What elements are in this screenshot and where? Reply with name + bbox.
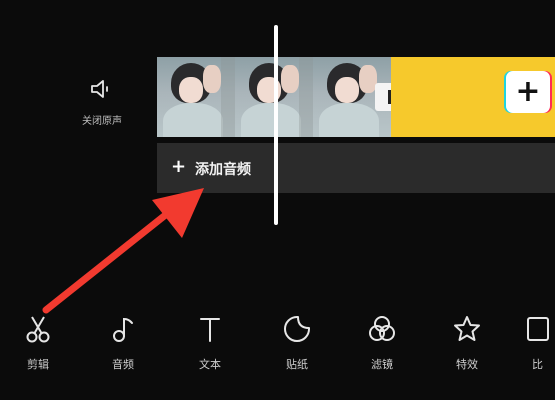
tool-label: 比	[532, 358, 543, 371]
add-audio-label: 添加音频	[195, 162, 251, 178]
video-track: +	[157, 57, 555, 137]
text-icon	[200, 318, 220, 342]
video-frame-thumbnail	[157, 57, 235, 137]
tool-text[interactable]: 文本	[180, 314, 240, 372]
bottom-toolbar: 剪辑 音频 文本 贴纸 滤镜 特效 比	[0, 300, 555, 400]
add-audio-button[interactable]: + 添加音频	[157, 143, 555, 193]
tool-label: 特效	[456, 358, 478, 371]
tool-filter[interactable]: 滤镜	[352, 314, 412, 372]
tool-label: 贴纸	[286, 358, 308, 371]
tool-aspect-ratio[interactable]: 比	[520, 314, 555, 372]
tool-label: 文本	[199, 358, 221, 371]
speaker-icon	[91, 80, 108, 98]
scissors-icon	[26, 316, 50, 343]
mute-original-sound-button[interactable]: 关闭原声	[62, 70, 142, 140]
tool-label: 滤镜	[371, 358, 393, 371]
tool-effects[interactable]: 特效	[437, 314, 497, 372]
aspect-ratio-icon	[526, 317, 549, 341]
music-note-icon	[113, 317, 133, 342]
playhead[interactable]	[274, 25, 278, 225]
mute-original-sound-label: 关闭原声	[82, 116, 122, 127]
filter-icon	[369, 316, 395, 341]
tool-sticker[interactable]: 贴纸	[267, 314, 327, 372]
tool-audio[interactable]: 音频	[93, 314, 153, 372]
plus-icon: +	[171, 156, 187, 177]
effects-star-icon	[454, 316, 480, 341]
tool-label: 剪辑	[27, 358, 49, 371]
tool-cut[interactable]: 剪辑	[8, 314, 68, 372]
sticker-icon	[284, 316, 310, 342]
tool-label: 音频	[112, 358, 134, 371]
add-clip-button[interactable]: +	[506, 71, 550, 113]
